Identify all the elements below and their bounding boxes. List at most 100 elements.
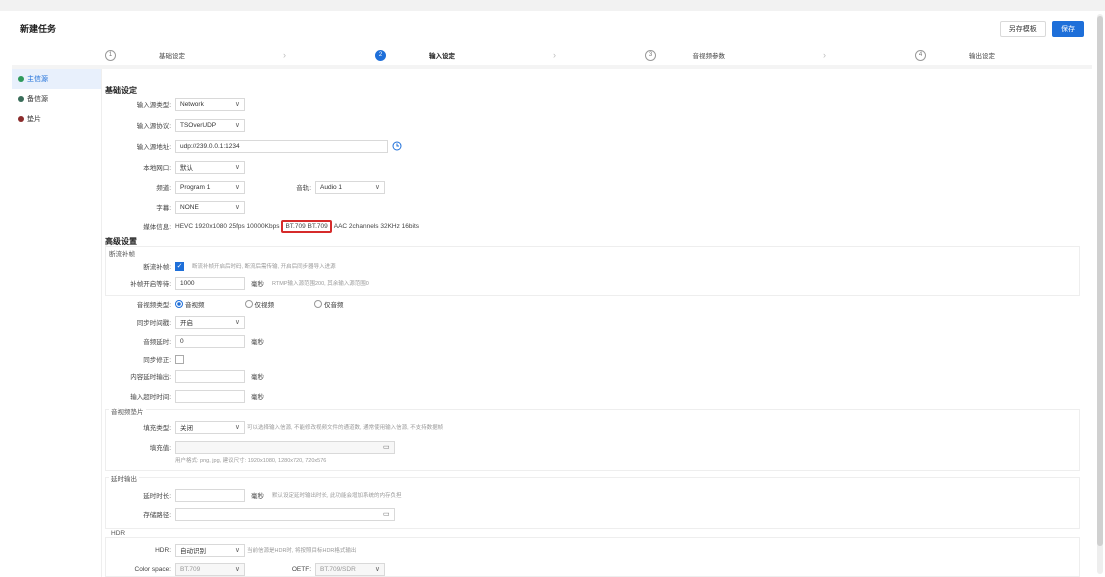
- step-label: 输出设定: [969, 53, 995, 60]
- chevron-down-icon: ∨: [234, 319, 240, 326]
- max-delay-row: 内容延时输出: 毫秒: [105, 369, 264, 383]
- protocol-select[interactable]: TSOverUDP ∨: [175, 118, 245, 132]
- subtitle-row: 字幕: NONE ∨: [105, 200, 245, 214]
- radio-audio-only[interactable]: 仅音频: [314, 299, 344, 309]
- field-label: 补帧开启等待:: [130, 281, 171, 288]
- field-label: 同步时间戳:: [136, 320, 171, 327]
- hdr-select[interactable]: 自动识别 ∨: [175, 543, 245, 557]
- hint-text: 断流补帧开启后时码, 断流后需传输, 开启后同步器导入进源: [192, 264, 336, 270]
- chevron-down-icon: ∨: [234, 122, 240, 129]
- radio-video-only[interactable]: 仅视频: [244, 299, 275, 309]
- vertical-scrollbar[interactable]: [1097, 14, 1103, 574]
- delay-time-input[interactable]: [175, 488, 245, 502]
- select-value: 开启: [180, 320, 193, 327]
- save-as-template-button[interactable]: 另存模板: [999, 20, 1046, 37]
- field-label: 填充类型:: [143, 425, 171, 432]
- field-label: 同步修正:: [143, 357, 171, 364]
- step-number: 4: [915, 49, 926, 61]
- step-label: 输入设定: [429, 53, 455, 60]
- field-label: 字幕:: [156, 205, 171, 212]
- oetf-select[interactable]: BT.709/SDR ∨: [315, 562, 385, 576]
- media-info-row: 媒体信息: HEVC 1920x1080 25fps 10000Kbps BT.…: [105, 219, 419, 233]
- fill-type-select[interactable]: 关闭 ∨: [175, 420, 245, 434]
- fill-frame-checkbox[interactable]: ✓: [175, 261, 184, 271]
- max-delay-input[interactable]: [175, 369, 245, 383]
- radio-label: 仅视频: [254, 302, 275, 309]
- header-actions: 另存模板 保存: [996, 20, 1084, 37]
- radio-icon: [314, 300, 322, 308]
- step-output[interactable]: 4 输出设定: [822, 49, 1092, 61]
- field-label: 输入源地址:: [136, 144, 171, 151]
- hdr-row: HDR: 自动识别 ∨ 当前信源是HDR时, 将按照目标HDR格式输出: [105, 543, 356, 557]
- hint-text: RTMP输入源范围200, 其余输入源范围0: [272, 281, 369, 287]
- sync-cross-checkbox[interactable]: [175, 354, 184, 364]
- input-timeout-input[interactable]: [175, 389, 245, 403]
- page-header: 新建任务 另存模板 保存: [12, 11, 1092, 46]
- unit-label: 毫秒: [251, 339, 264, 346]
- field-label: 音频延时:: [143, 339, 171, 346]
- address-row: 输入源地址: udp://239.0.0.1:1234: [105, 139, 402, 153]
- program-select[interactable]: Program 1 ∨: [175, 180, 245, 194]
- chevron-down-icon: ∨: [234, 184, 240, 191]
- input-type-select[interactable]: Network ∨: [175, 97, 245, 111]
- field-label: 填充值:: [149, 445, 171, 452]
- radio-av[interactable]: 音视频: [175, 299, 205, 309]
- step-label: 基础设定: [159, 53, 185, 60]
- program-row: 频道: Program 1 ∨ 音轨: Audio 1 ∨: [105, 180, 385, 194]
- step-av-params[interactable]: 3 音视频参数 ›: [552, 49, 826, 61]
- refresh-icon[interactable]: [392, 141, 402, 151]
- field-label: 音轨:: [296, 185, 311, 192]
- delay-path-input[interactable]: [175, 507, 395, 521]
- local-port-row: 本地网口: 默认 ∨: [105, 160, 245, 174]
- sidebar-item-backup-source[interactable]: 备信源: [12, 89, 101, 109]
- section-title-basic: 基础设定: [105, 86, 137, 95]
- status-dot-icon: [18, 76, 24, 82]
- group-title: 音视频垫片: [109, 406, 146, 416]
- sidebar-item-main-source[interactable]: 主信源: [12, 69, 101, 89]
- fill-wait-input[interactable]: 1000: [175, 276, 245, 290]
- source-sidebar: 主信源 备信源 垫片: [12, 69, 102, 577]
- step-basic[interactable]: 1 基础设定 ›: [12, 49, 286, 61]
- field-label: 输入超时时间:: [130, 394, 171, 401]
- media-info-highlight: BT.709 BT.709: [281, 219, 332, 233]
- chevron-down-icon: ∨: [374, 184, 380, 191]
- select-value: Audio 1: [320, 183, 343, 191]
- sidebar-item-slate[interactable]: 垫片: [12, 109, 101, 129]
- step-number: 1: [105, 49, 116, 61]
- field-label: 输入源协议:: [136, 123, 171, 130]
- field-label: 频道:: [156, 185, 171, 192]
- field-label: 输入源类型:: [136, 102, 171, 109]
- step-progress: 1 基础设定 › 2 输入设定 › 3 音视频参数 › 4 输出设定: [12, 46, 1092, 64]
- unit-label: 毫秒: [251, 394, 264, 401]
- audio-delay-row: 音频延时: 0 毫秒: [105, 334, 264, 348]
- input-type-row: 输入源类型: Network ∨: [105, 97, 245, 111]
- color-space-select[interactable]: BT.709 ∨: [175, 562, 245, 576]
- step-input[interactable]: 2 输入设定 ›: [282, 49, 556, 61]
- audio-delay-input[interactable]: 0: [175, 334, 245, 348]
- save-button[interactable]: 保存: [1052, 20, 1084, 37]
- delay-time-row: 延时时长: 毫秒 默认设定延时输出时长, 此功能会增加系统的内存负担: [105, 488, 402, 502]
- chevron-down-icon: ∨: [234, 566, 240, 573]
- folder-icon[interactable]: ▭: [383, 510, 390, 518]
- group-title: 延时输出: [109, 473, 139, 483]
- subtitle-select[interactable]: NONE ∨: [175, 200, 245, 214]
- scrollbar-thumb[interactable]: [1097, 16, 1103, 546]
- select-value: TSOverUDP: [180, 121, 217, 129]
- audio-track-select[interactable]: Audio 1 ∨: [315, 180, 385, 194]
- folder-icon[interactable]: ▭: [383, 443, 390, 451]
- select-value: 关闭: [180, 425, 193, 432]
- local-port-select[interactable]: 默认 ∨: [175, 160, 245, 174]
- field-label: Color space:: [134, 565, 172, 573]
- input-timeout-row: 输入超时时间: 毫秒: [105, 389, 264, 403]
- copy-sync-select[interactable]: 开启 ∨: [175, 315, 245, 329]
- select-value: BT.709: [180, 565, 201, 573]
- status-dot-icon: [18, 96, 24, 102]
- copy-sync-row: 同步时间戳: 开启 ∨: [105, 315, 245, 329]
- select-value: NONE: [180, 203, 199, 211]
- field-label: 本地网口:: [143, 165, 171, 172]
- field-label: 存储路径:: [143, 512, 171, 519]
- fill-content-input[interactable]: [175, 440, 395, 454]
- select-value: Network: [180, 100, 204, 108]
- address-input[interactable]: udp://239.0.0.1:1234: [175, 139, 388, 153]
- media-info-text: HEVC 1920x1080 25fps 10000Kbps: [175, 222, 280, 230]
